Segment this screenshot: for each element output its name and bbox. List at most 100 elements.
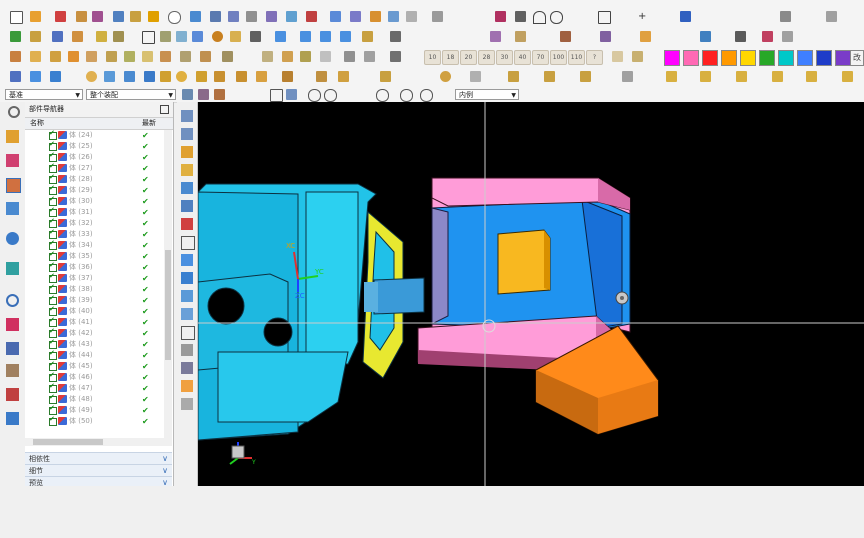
boss-icon[interactable] [362, 31, 373, 42]
surface-edit-icon[interactable] [490, 31, 501, 42]
visibility-checkbox[interactable] [49, 327, 57, 338]
replace-face-icon[interactable] [96, 31, 107, 42]
section-icon[interactable] [762, 31, 773, 42]
tree-row[interactable]: 体 (42) ✔ [25, 327, 164, 339]
arc-icon[interactable] [533, 11, 546, 24]
trim-icon[interactable] [306, 11, 317, 22]
curve-tool-icon[interactable] [52, 31, 63, 42]
f8-view-icon[interactable] [181, 380, 193, 392]
tree-row[interactable]: 体 (39) ✔ [25, 294, 164, 306]
slider-icon[interactable] [30, 51, 41, 62]
tree-row[interactable]: 体 (36) ✔ [25, 261, 164, 273]
slot-icon[interactable] [300, 31, 311, 42]
gear-icon[interactable] [212, 31, 223, 42]
camera-icon[interactable] [344, 51, 355, 62]
clamp-icon[interactable] [580, 71, 591, 82]
hole-icon[interactable] [230, 31, 241, 42]
tree-row[interactable]: 体 (47) ✔ [25, 382, 164, 394]
plug-icon[interactable] [236, 71, 247, 82]
corner-icon[interactable] [666, 71, 677, 82]
shell-body-icon[interactable] [176, 31, 187, 42]
tree-row[interactable]: 体 (41) ✔ [25, 316, 164, 328]
visibility-checkbox[interactable] [49, 371, 57, 382]
measure-icon[interactable] [782, 31, 793, 42]
screw-icon[interactable] [300, 51, 311, 62]
visibility-checkbox[interactable] [49, 349, 57, 360]
tree-row[interactable]: 体 (38) ✔ [25, 283, 164, 295]
scope-dropdown[interactable]: 整个装配 ▼ [86, 89, 176, 100]
wedge-icon[interactable] [622, 71, 633, 82]
settings-icon[interactable] [8, 106, 20, 118]
snap-point-icon[interactable] [376, 89, 389, 102]
extend-icon[interactable] [600, 31, 611, 42]
scroll-thumb[interactable] [33, 439, 103, 445]
view-icon[interactable] [700, 31, 711, 42]
reuse-library-icon[interactable] [6, 202, 19, 215]
studio-icon[interactable] [640, 31, 651, 42]
machine-icon[interactable] [6, 364, 19, 377]
assembly-navigator-icon[interactable] [6, 130, 19, 143]
color-swatch-green[interactable] [759, 50, 775, 66]
cube-icon[interactable] [246, 11, 257, 22]
move-icon[interactable] [130, 11, 141, 22]
tree-row[interactable]: 体 (31) ✔ [25, 206, 164, 218]
blend-icon[interactable] [286, 11, 297, 22]
tree-row[interactable]: 体 (32) ✔ [25, 217, 164, 229]
pocket-tool-icon[interactable] [142, 51, 153, 62]
visibility-checkbox[interactable] [49, 283, 57, 294]
move-face-icon[interactable] [72, 31, 83, 42]
ring-icon[interactable] [508, 71, 519, 82]
color-swatch-yellow[interactable] [740, 50, 756, 66]
stopper-icon[interactable] [470, 71, 481, 82]
print-icon[interactable] [390, 51, 401, 62]
analyze-icon[interactable] [735, 31, 746, 42]
render-icon[interactable] [364, 51, 375, 62]
target-icon[interactable] [86, 71, 97, 82]
visibility-checkbox[interactable] [49, 338, 57, 349]
insert-icon[interactable] [50, 51, 61, 62]
snap-on-curve-icon[interactable] [420, 89, 433, 102]
tree-row[interactable]: 体 (28) ✔ [25, 173, 164, 185]
locator-icon[interactable] [380, 71, 391, 82]
tee-icon[interactable] [214, 71, 225, 82]
size-other-button[interactable]: ? [586, 50, 603, 65]
model-view[interactable]: XC YC ZC Y [198, 102, 864, 486]
square-icon[interactable] [806, 71, 817, 82]
pattern-icon[interactable] [113, 11, 124, 22]
frame-view-icon[interactable] [181, 236, 195, 250]
system-materials-icon[interactable] [6, 388, 19, 401]
offset-icon[interactable] [350, 11, 361, 22]
cyan-housing[interactable] [198, 183, 425, 441]
clip-icon[interactable] [181, 254, 193, 266]
electrode-icon[interactable] [160, 51, 171, 62]
web-browser-icon[interactable] [6, 232, 19, 245]
tree-row[interactable]: 体 (40) ✔ [25, 305, 164, 317]
color-swatch-cyan[interactable] [778, 50, 794, 66]
column-latest-header[interactable]: 最新 [142, 118, 156, 129]
visibility-checkbox[interactable] [49, 239, 57, 250]
grid-snap-icon[interactable] [10, 71, 21, 82]
layers-icon[interactable] [181, 182, 193, 194]
curve-icon[interactable] [495, 11, 506, 22]
layout-icon[interactable] [222, 51, 233, 62]
unite-icon[interactable] [406, 11, 417, 22]
select-icon[interactable] [182, 89, 193, 100]
tree-row[interactable]: 体 (45) ✔ [25, 360, 164, 372]
palette-icon[interactable] [6, 318, 19, 331]
type-filter-dropdown[interactable]: 基准 ▼ [5, 89, 83, 100]
navigator-horizontal-scrollbar[interactable] [25, 438, 172, 446]
visibility-checkbox[interactable] [49, 206, 57, 217]
plate-icon[interactable] [104, 71, 115, 82]
column-name-header[interactable]: 名称 [30, 118, 44, 129]
line-icon[interactable] [515, 11, 526, 22]
sprue-icon[interactable] [282, 51, 293, 62]
block-icon[interactable] [390, 31, 401, 42]
group-icon[interactable] [148, 11, 159, 22]
mold-block[interactable] [417, 177, 659, 435]
bolt-icon[interactable] [275, 31, 286, 42]
tree-row[interactable]: 体 (46) ✔ [25, 371, 164, 383]
assembly-icon[interactable] [266, 11, 277, 22]
snap-view-icon[interactable] [181, 110, 193, 122]
visibility-checkbox[interactable] [49, 360, 57, 371]
box-icon[interactable] [92, 11, 103, 22]
